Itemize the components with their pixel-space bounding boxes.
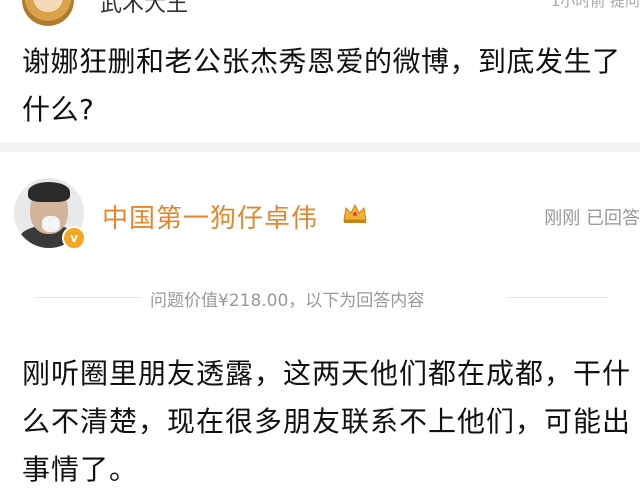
question-card: 武术大王 1小时前 提问 谢娜狂删和老公张杰秀恩爱的微博，到底发生了什么? <box>0 0 640 142</box>
answer-card: v 中国第一狗仔卓伟 刚刚 已回答 问题价值¥218.00，以下为回答内容 刚听… <box>0 152 640 500</box>
answerer-name[interactable]: 中国第一狗仔卓伟 <box>102 198 318 235</box>
asker-time: 1小时前 提问 <box>550 0 640 10</box>
question-text: 谢娜狂删和老公张杰秀恩爱的微博，到底发生了什么? <box>22 45 621 126</box>
verified-v-icon: v <box>62 226 86 250</box>
asker-name[interactable]: 武术大王 <box>100 0 188 18</box>
avatar-hand <box>42 216 60 232</box>
answer-status: 刚刚 已回答 <box>544 208 640 229</box>
separator-left <box>36 297 140 298</box>
crown-icon <box>343 203 367 223</box>
answer-text: 刚听圈里朋友透露，这两天他们都在成都，干什么不清楚，现在很多朋友联系不上他们，可… <box>22 357 632 486</box>
price-line: 问题价值¥218.00，以下为回答内容 <box>150 291 425 311</box>
separator-right <box>508 297 608 298</box>
card-divider <box>0 142 640 152</box>
avatar-hair <box>28 182 70 202</box>
asker-avatar[interactable] <box>22 0 74 26</box>
